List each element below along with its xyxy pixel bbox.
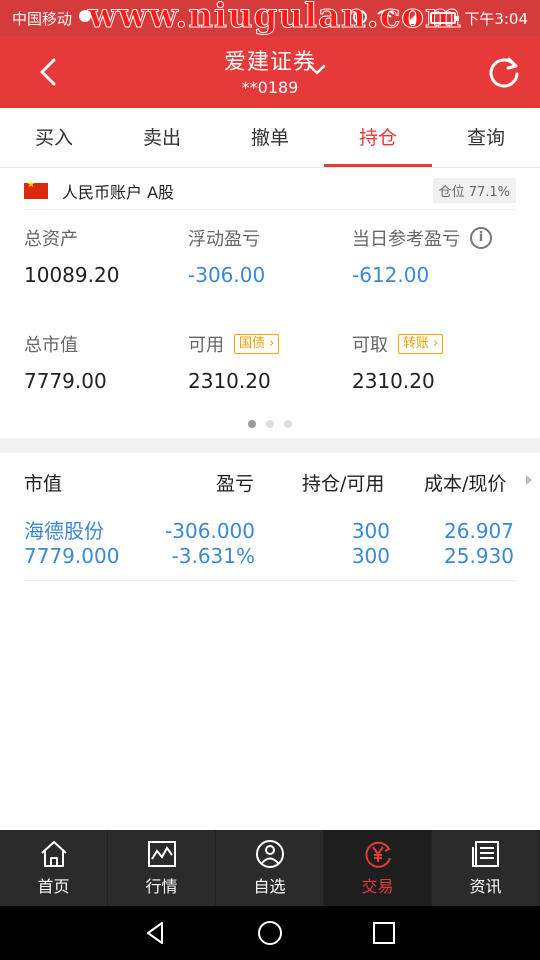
system-home-icon[interactable] [256, 919, 284, 947]
info-icon[interactable]: i [470, 227, 492, 249]
stock-market-value: 7779.000 [24, 544, 120, 568]
trade-tabs: 买入 卖出 撤单 持仓 查询 [0, 108, 540, 168]
system-back-icon[interactable] [142, 919, 170, 947]
tab-buy[interactable]: 买入 [0, 108, 108, 167]
total-assets-value: 10089.20 [24, 263, 120, 287]
status-bar: 中国移动 www.niugulan.com 下午3:04 [0, 0, 540, 37]
withdrawable-label: 可取 [352, 335, 388, 356]
stock-price: 25.930 [444, 544, 514, 568]
treasury-bond-tag-button[interactable]: 国债 › [234, 334, 280, 354]
daily-ref-pl-value: -612.00 [352, 263, 430, 287]
holdings-table-header: 市值 盈亏 持仓/可用 成本/现价 [0, 455, 540, 507]
nav-watchlist-label: 自选 [253, 877, 286, 896]
stock-holding: 300 [351, 519, 390, 543]
market-value-label: 总市值 [24, 335, 78, 356]
nav-trade-label: 交易 [361, 877, 394, 896]
clock: 下午3:04 [464, 9, 528, 28]
withdrawable-value: 2310.20 [352, 369, 435, 393]
home-icon [40, 841, 67, 867]
account-number: **0189 [241, 78, 299, 97]
system-recents-icon[interactable] [370, 919, 398, 947]
chevron-right-icon[interactable] [524, 473, 534, 487]
nav-watchlist[interactable]: 自选 [216, 830, 324, 906]
daily-ref-pl-label: 当日参考盈亏 [352, 229, 460, 250]
chevron-down-icon[interactable] [307, 62, 327, 78]
battery-icon [430, 12, 460, 24]
news-icon [471, 841, 499, 867]
account-switcher[interactable]: 爱建证券 **0189 [0, 44, 540, 97]
transfer-tag-label: 转账 [403, 336, 430, 351]
pager-dots [0, 420, 540, 428]
col-holding: 持仓/可用 [302, 473, 385, 495]
nav-home-label: 首页 [37, 877, 70, 896]
tab-query[interactable]: 查询 [432, 108, 540, 167]
col-market-value: 市值 [24, 473, 63, 495]
nav-trade[interactable]: 交易 [324, 830, 432, 906]
market-chart-icon [147, 841, 176, 867]
account-row: 人民币账户 A股 仓位 77.1% [24, 172, 516, 210]
floating-pl-label: 浮动盈亏 [188, 229, 260, 250]
nav-news-label: 资讯 [469, 877, 502, 896]
nav-news[interactable]: 资讯 [432, 830, 540, 906]
pager-dot [248, 420, 256, 428]
tab-cancel-order[interactable]: 撤单 [216, 108, 324, 167]
stock-available: 300 [351, 544, 390, 568]
watermark: www.niugulan.com [88, 0, 462, 37]
user-icon [255, 840, 284, 868]
stock-cost: 26.907 [444, 519, 514, 543]
carrier-label: 中国移动 [12, 9, 73, 28]
withdrawable-funds: 可取 转账 › 2310.20 [352, 331, 516, 393]
system-navigation-bar [0, 906, 540, 960]
pager-dot [284, 420, 292, 428]
transfer-tag-button[interactable]: 转账 › [398, 334, 444, 354]
china-flag-icon [24, 180, 48, 199]
floating-pl-value: -306.00 [188, 263, 266, 287]
refresh-button[interactable] [486, 54, 522, 90]
total-assets-label: 总资产 [24, 229, 78, 250]
yuan-trade-icon [364, 841, 391, 868]
refresh-icon [489, 57, 519, 88]
treasury-bond-tag-label: 国债 [239, 336, 266, 351]
bottom-navigation: 首页 行情 自选 交易 资讯 [0, 830, 540, 906]
tab-positions[interactable]: 持仓 [324, 108, 432, 167]
floating-pl: 浮动盈亏 -306.00 [188, 225, 352, 287]
section-divider [0, 438, 540, 453]
account-type-label: 人民币账户 A股 [62, 182, 175, 202]
nav-market[interactable]: 行情 [108, 830, 216, 906]
available-label: 可用 [188, 335, 224, 356]
stock-pl-pct: -3.631% [171, 544, 255, 568]
market-value: 总市值 7779.00 [24, 331, 188, 393]
tab-sell[interactable]: 卖出 [108, 108, 216, 167]
col-pl: 盈亏 [216, 473, 255, 495]
stock-name: 海德股份 [24, 519, 104, 543]
app-header: 爱建证券 **0189 [0, 36, 540, 108]
daily-ref-pl: 当日参考盈亏 i -612.00 [352, 225, 516, 287]
available-value: 2310.20 [188, 369, 271, 393]
available-funds: 可用 国债 › 2310.20 [188, 331, 352, 393]
position-ratio-badge: 仓位 77.1% [432, 178, 516, 203]
broker-title: 爱建证券 [223, 50, 316, 75]
stock-pl: -306.000 [165, 519, 255, 543]
nav-home[interactable]: 首页 [0, 830, 108, 906]
pager-dot [266, 420, 274, 428]
market-value-value: 7779.00 [24, 369, 107, 393]
nav-market-label: 行情 [145, 877, 178, 896]
total-assets: 总资产 10089.20 [24, 225, 188, 287]
col-cost-price: 成本/现价 [424, 473, 507, 495]
table-row[interactable]: 海德股份 7779.000 -306.000 -3.631% 300 300 2… [24, 515, 516, 581]
